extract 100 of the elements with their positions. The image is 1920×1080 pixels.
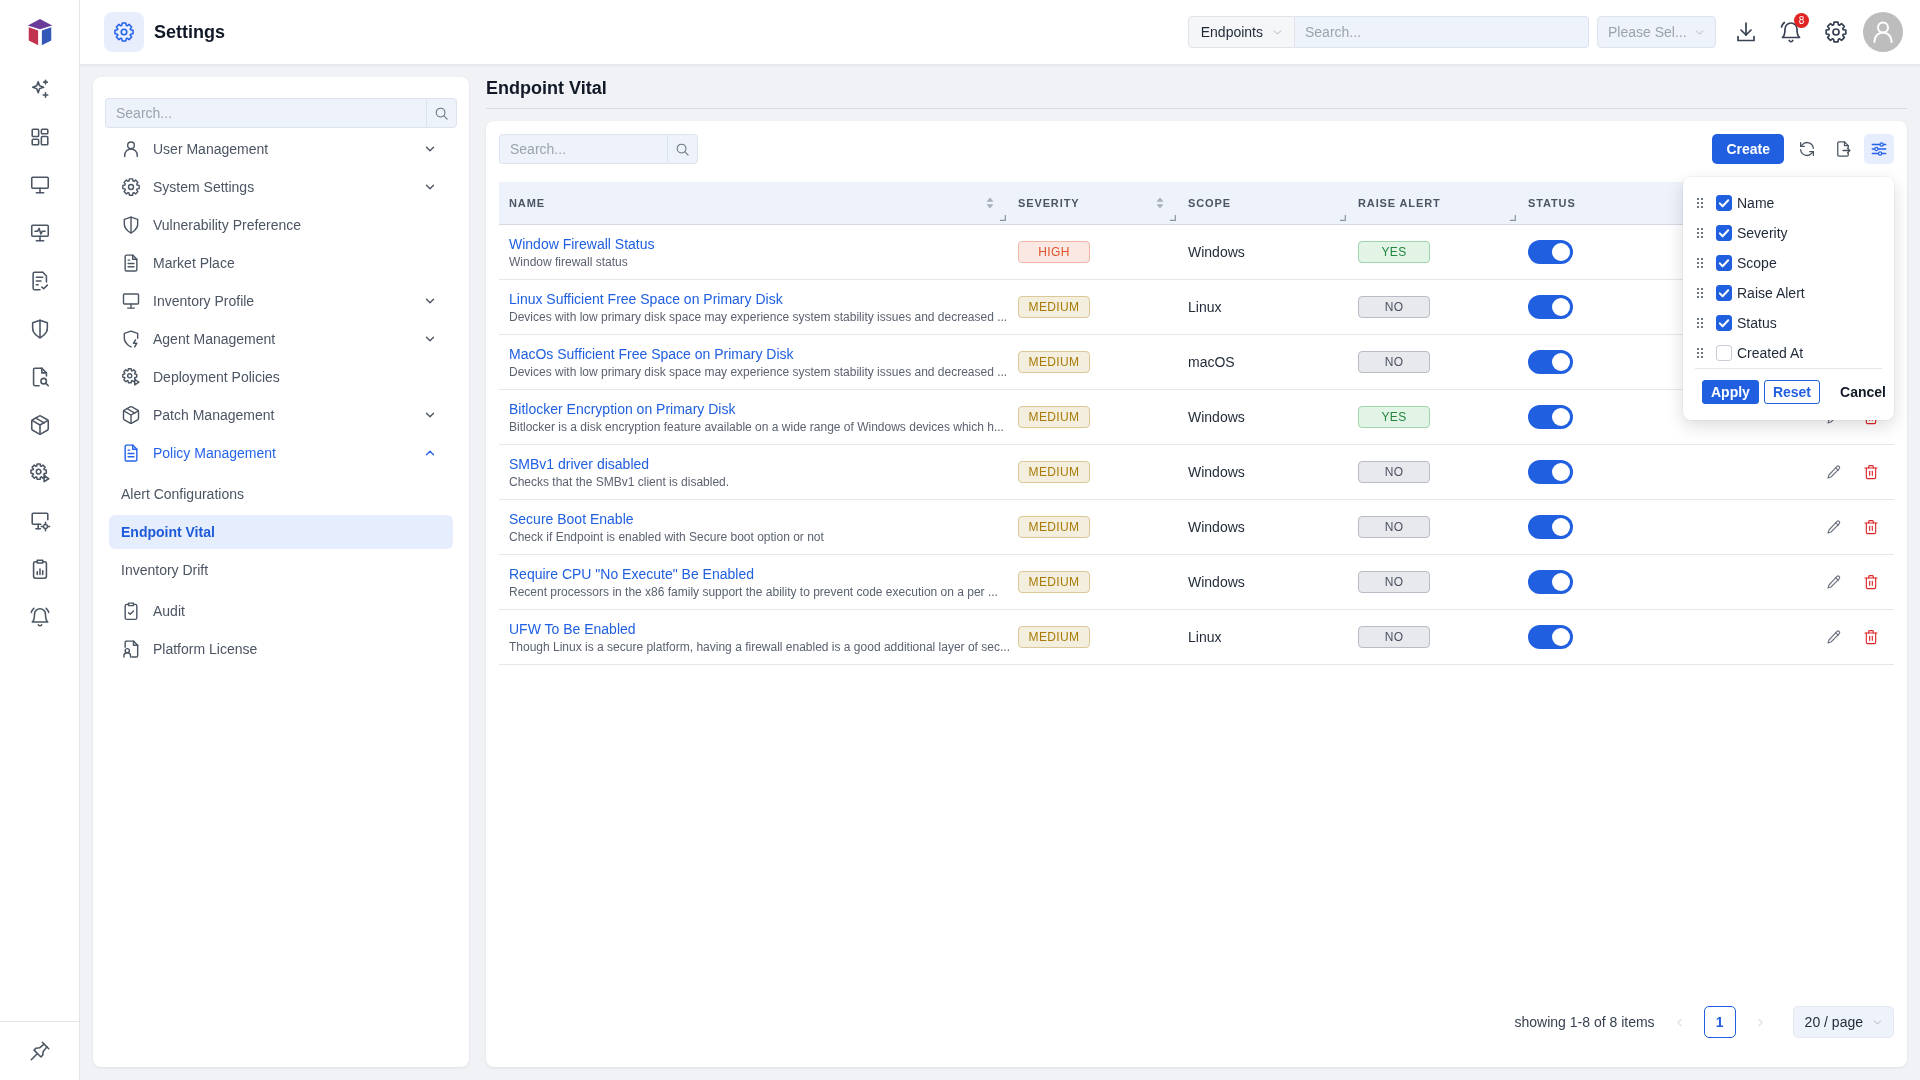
severity-tag: MEDIUM <box>1018 461 1090 483</box>
column-option[interactable]: Name <box>1695 188 1882 218</box>
cancel-button[interactable]: Cancel <box>1831 380 1895 404</box>
status-toggle[interactable] <box>1528 350 1573 374</box>
search-field[interactable]: Search... <box>105 98 426 128</box>
drag-handle-icon[interactable] <box>1696 317 1704 329</box>
gear-icon <box>121 177 141 197</box>
monitor-icon[interactable] <box>28 174 51 196</box>
column-option[interactable]: Scope <box>1695 248 1882 278</box>
status-toggle[interactable] <box>1528 240 1573 264</box>
checkmark-icon <box>1719 229 1729 237</box>
trash-icon[interactable] <box>1863 519 1879 535</box>
search-field[interactable]: Search... <box>499 134 667 164</box>
page-size-select[interactable]: 20 / page <box>1792 1006 1894 1038</box>
checkbox[interactable] <box>1716 285 1732 301</box>
column-option[interactable]: Created At <box>1695 338 1882 368</box>
resize-handle-icon[interactable] <box>1340 215 1346 221</box>
page-heading: Settings <box>154 21 225 43</box>
table-cell: Windows <box>1188 574 1245 590</box>
sidebar-item[interactable]: Platform License <box>105 630 457 668</box>
dashboard-icon[interactable] <box>28 126 51 148</box>
search-button[interactable] <box>667 134 698 164</box>
page-button[interactable]: 1 <box>1703 1006 1736 1038</box>
apply-button[interactable]: Apply <box>1702 380 1759 404</box>
policy-name-link[interactable]: UFW To Be Enabled <box>509 619 636 638</box>
status-toggle[interactable] <box>1528 405 1573 429</box>
sidebar-item[interactable]: System Settings <box>105 168 457 206</box>
checkbox[interactable] <box>1716 225 1732 241</box>
policy-name-link[interactable]: MacOs Sufficient Free Space on Primary Disk <box>509 344 794 363</box>
sidebar-item[interactable]: Vulnerability Preference <box>105 206 457 244</box>
gear-play-icon[interactable] <box>28 462 51 484</box>
trash-icon[interactable] <box>1863 464 1879 480</box>
column-settings-button[interactable] <box>1864 134 1894 164</box>
search-button[interactable] <box>426 98 457 128</box>
scope-select[interactable]: Endpoints <box>1187 16 1295 48</box>
notification-badge: 8 <box>1794 13 1809 28</box>
drag-handle-icon[interactable] <box>1696 227 1704 239</box>
severity-tag: MEDIUM <box>1018 406 1090 428</box>
status-toggle[interactable] <box>1528 295 1573 319</box>
column-option[interactable]: Raise Alert <box>1695 278 1882 308</box>
search-field[interactable]: Search... <box>1295 16 1589 48</box>
sidebar-subitem[interactable]: Endpoint Vital <box>109 515 453 549</box>
settings-icon[interactable] <box>1824 20 1848 44</box>
pencil-icon[interactable] <box>1826 574 1842 590</box>
checkbox[interactable] <box>1716 315 1732 331</box>
file-export-icon[interactable] <box>1834 140 1852 158</box>
document-icon <box>121 443 141 463</box>
pencil-icon[interactable] <box>1826 464 1842 480</box>
checkbox[interactable] <box>1716 255 1732 271</box>
gear-icon <box>104 12 144 52</box>
policy-name-link[interactable]: Bitlocker Encryption on Primary Disk <box>509 399 736 418</box>
column-option[interactable]: Severity <box>1695 218 1882 248</box>
trash-icon[interactable] <box>1863 629 1879 645</box>
download-icon[interactable] <box>1734 20 1758 44</box>
refresh-icon[interactable] <box>1798 140 1816 158</box>
checkbox[interactable] <box>1716 195 1732 211</box>
sidebar-subitem[interactable]: Alert Configurations <box>109 477 453 511</box>
sidebar-item[interactable]: Deployment Policies <box>105 358 457 396</box>
page-title: Endpoint Vital <box>486 77 1907 109</box>
sidebar-item[interactable]: Patch Management <box>105 396 457 434</box>
status-toggle[interactable] <box>1528 460 1573 484</box>
policy-name-link[interactable]: Window Firewall Status <box>509 234 655 253</box>
policy-name-link[interactable]: Secure Boot Enable <box>509 509 634 528</box>
pencil-icon[interactable] <box>1826 519 1842 535</box>
severity-tag: MEDIUM <box>1018 296 1090 318</box>
policy-name-link[interactable]: Require CPU "No Execute" Be Enabled <box>509 564 754 583</box>
reset-button[interactable]: Reset <box>1763 380 1821 404</box>
resize-handle-icon[interactable] <box>1000 215 1006 221</box>
sidebar-item[interactable]: Agent Management <box>105 320 457 358</box>
sliders-icon <box>1870 140 1888 158</box>
create-button[interactable]: Create <box>1712 134 1784 164</box>
policy-name-link[interactable]: Linux Sufficient Free Space on Primary Disk <box>509 289 783 308</box>
status-toggle[interactable] <box>1528 625 1573 649</box>
cube-icon[interactable] <box>28 414 51 436</box>
monitor-pulse-icon[interactable] <box>28 222 51 244</box>
column-option[interactable]: Status <box>1695 308 1882 338</box>
policy-description: Bitlocker is a disk encryption feature available on a wide range of Windows devices which h... <box>509 418 1004 435</box>
sidebar-item[interactable]: Market Place <box>105 244 457 282</box>
sidebar-item[interactable]: Audit <box>105 592 457 630</box>
pin-icon[interactable] <box>28 1040 51 1062</box>
trash-icon[interactable] <box>1863 574 1879 590</box>
policy-description: Window firewall status <box>509 253 628 270</box>
status-toggle[interactable] <box>1528 515 1573 539</box>
bell-alarm-icon[interactable] <box>28 606 51 628</box>
status-toggle[interactable] <box>1528 570 1573 594</box>
sidebar-item[interactable]: Policy Management <box>105 434 457 472</box>
column-header: RAISE ALERT <box>1358 197 1441 209</box>
drag-handle-icon[interactable] <box>1696 257 1704 269</box>
drag-handle-icon[interactable] <box>1696 197 1704 209</box>
drag-handle-icon[interactable] <box>1696 347 1704 359</box>
pencil-icon[interactable] <box>1826 629 1842 645</box>
policy-name-link[interactable]: SMBv1 driver disabled <box>509 454 650 473</box>
monitor-gear-icon[interactable] <box>28 510 51 532</box>
drag-handle-icon[interactable] <box>1696 287 1704 299</box>
sidebar-item[interactable]: Inventory Profile <box>105 282 457 320</box>
resize-handle-icon[interactable] <box>1170 215 1176 221</box>
sidebar-item[interactable]: User Management <box>105 130 457 168</box>
sidebar-subitem[interactable]: Inventory Drift <box>109 553 453 587</box>
resize-handle-icon[interactable] <box>1510 215 1516 221</box>
raise-alert-tag: NO <box>1358 626 1430 648</box>
